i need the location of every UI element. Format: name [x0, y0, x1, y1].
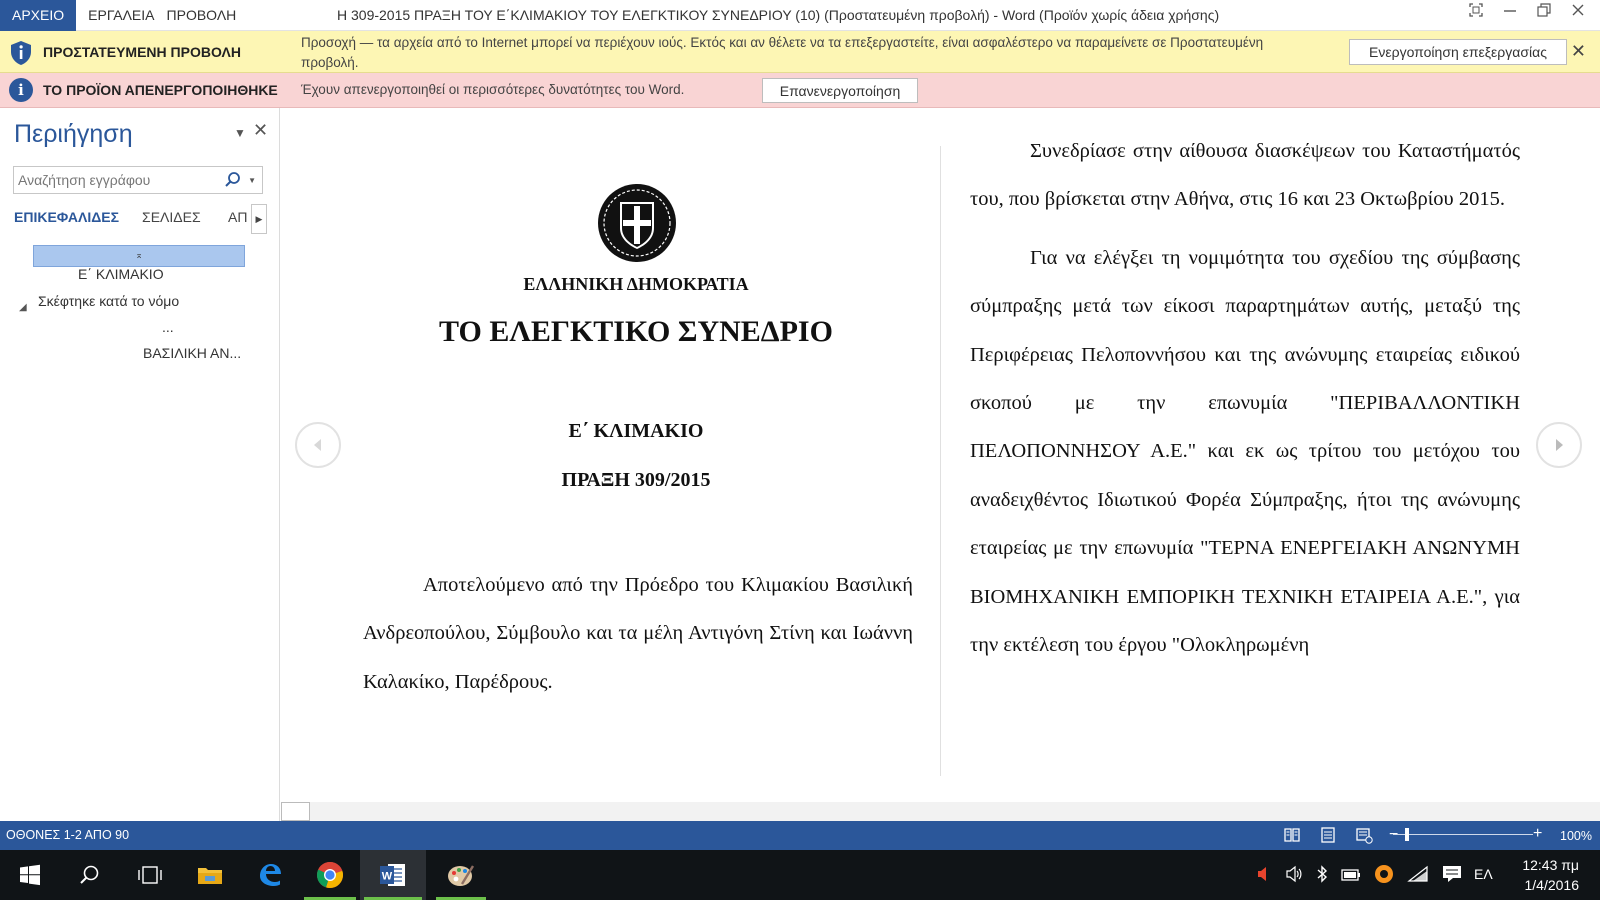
avast-icon[interactable] — [1374, 864, 1394, 884]
protected-view-title: ΠΡΟΣΤΑΤΕΥΜΕΝΗ ΠΡΟΒΟΛΗ — [43, 44, 241, 60]
close-pane-icon[interactable]: ✕ — [253, 120, 268, 141]
left-paragraph: Αποτελούμενο από την Πρόεδρο του Κλιμακί… — [363, 574, 913, 693]
clock-time: 12:43 πμ — [1522, 857, 1579, 873]
tab-pages[interactable]: ΣΕΛΙΔΕΣ — [142, 209, 201, 225]
next-screen-button[interactable] — [1536, 422, 1582, 468]
close-message-icon[interactable]: ✕ — [1571, 41, 1586, 62]
heading-selected[interactable]: ⌅ — [33, 245, 245, 267]
search-box: ▼ — [13, 166, 263, 194]
document-area: ΕΛΛΗΝΙΚΗ ΔΗΜΟΚΡΑΤΙΑ ΤΟ ΕΛΕΓΚΤΙΚΟ ΣΥΝΕΔΡΙ… — [281, 108, 1600, 821]
word-icon[interactable]: W — [360, 850, 426, 900]
navigation-title: Περιήγηση — [14, 120, 133, 148]
deactivated-title: ΤΟ ΠΡΟΪΟΝ ΑΠΕΝΕΡΓΟΠΟΙΗΘΗΚΕ — [43, 82, 278, 98]
task-view-icon[interactable] — [120, 850, 180, 900]
zoom-level[interactable]: 100% — [1560, 829, 1592, 843]
search-options-icon[interactable]: ▼ — [248, 176, 256, 185]
file-explorer-icon[interactable] — [180, 850, 240, 900]
battery-icon[interactable] — [1341, 866, 1361, 882]
heading-item[interactable]: ΒΑΣΙΛΙΚΗ ΑΝ... — [143, 345, 241, 361]
search-icon[interactable] — [224, 171, 242, 189]
zoom-slider-thumb[interactable] — [1405, 828, 1409, 841]
tab-headings[interactable]: ΕΠΙΚΕΦΑΛΙΔΕΣ — [14, 209, 119, 225]
fullscreen-icon[interactable] — [1466, 3, 1486, 20]
heading-item[interactable]: Σκέφτηκε κατά το νόμο — [38, 293, 179, 309]
zoom-in-button[interactable]: + — [1533, 825, 1542, 843]
reactivate-button[interactable]: Επανενεργοποίηση — [762, 78, 918, 103]
right-column: Συνεδρίασε στην αίθουσα διασκέψεων του Κ… — [970, 127, 1520, 669]
product-deactivated-bar: i ΤΟ ΠΡΟΪΟΝ ΑΠΕΝΕΡΓΟΠΟΙΗΘΗΚΕ Έχουν απενε… — [0, 73, 1600, 108]
right-paragraph: Για να ελέγξει τη νομιμότητα του σχεδίου… — [970, 246, 1520, 657]
screen-count[interactable]: ΟΘΟΝΕΣ 1-2 ΑΠΟ 90 — [6, 828, 129, 842]
zoom-out-button[interactable]: − — [1389, 826, 1398, 844]
heading-item[interactable]: ... — [162, 319, 174, 335]
file-menu[interactable]: ΑΡΧΕΙΟ — [0, 0, 77, 31]
window-title: Η 309-2015 ΠΡΑΞΗ ΤΟΥ Ε΄ΚΛΙΜΑΚΙΟΥ ΤΟΥ ΕΛΕ… — [337, 7, 1220, 23]
language-indicator[interactable]: ΕΛ — [1474, 866, 1493, 882]
protected-view-message: Προσοχή — τα αρχεία από το Internet μπορ… — [301, 35, 1264, 70]
web-layout-icon[interactable] — [1355, 826, 1373, 844]
search-icon[interactable] — [60, 850, 120, 900]
tab-results[interactable]: ΑΠ — [228, 209, 250, 225]
close-window-icon[interactable] — [1568, 3, 1588, 20]
protected-view-bar: ΠΡΟΣΤΑΤΕΥΜΕΝΗ ΠΡΟΒΟΛΗ Προσοχή — τα αρχεί… — [0, 31, 1600, 73]
info-icon: i — [9, 78, 33, 102]
zoom-slider[interactable] — [1393, 834, 1533, 835]
scroll-box[interactable] — [281, 802, 310, 821]
edge-icon[interactable] — [240, 850, 300, 900]
paint-icon[interactable] — [432, 850, 490, 900]
print-layout-icon[interactable] — [1319, 826, 1337, 844]
menu-tools[interactable]: ΕΡΓΑΛΕΙΑ — [82, 7, 160, 23]
navigation-pane: Περιήγηση ▼ ✕ ▼ ΕΠΙΚΕΦΑΛΙΔΕΣ ΣΕΛΙΔΕΣ ΑΠ … — [0, 108, 280, 821]
bottom-scroll-area — [281, 802, 1600, 821]
act-heading: ΠΡΑΞΗ 309/2015 — [561, 469, 711, 491]
title-bar: ΑΡΧΕΙΟ ΕΡΓΑΛΕΙΑ ΠΡΟΒΟΛΗ Η 309-2015 ΠΡΑΞΗ… — [0, 0, 1600, 31]
tab-scroll-right-icon[interactable]: ▶ — [251, 204, 267, 234]
heading-item[interactable]: Ε΄ ΚΛΙΜΑΚΙΟ — [78, 266, 164, 282]
right-paragraph: Συνεδρίασε στην αίθουσα διασκέψεων του Κ… — [970, 140, 1520, 211]
wifi-icon[interactable] — [1407, 865, 1429, 883]
chrome-icon[interactable] — [300, 850, 360, 900]
status-bar: ΟΘΟΝΕΣ 1-2 ΑΠΟ 90 − + 100% — [0, 821, 1600, 850]
search-input[interactable] — [14, 167, 219, 193]
deactivated-message: Έχουν απενεργοποιηθεί οι περισσότερες δυ… — [301, 82, 685, 97]
collapse-triangle-icon[interactable]: ◢ — [19, 302, 27, 313]
menu-view[interactable]: ΠΡΟΒΟΛΗ — [161, 7, 243, 23]
speaker-muted-icon[interactable] — [1256, 865, 1272, 883]
enable-editing-button[interactable]: Ενεργοποίηση επεξεργασίας — [1349, 39, 1567, 65]
windows-start-icon[interactable] — [0, 850, 60, 900]
greek-emblem-icon — [598, 184, 676, 262]
republic-heading: ΕΛΛΗΝΙΚΗ ΔΗΜΟΚΡΑΤΙΑ — [523, 274, 749, 294]
svg-text:W: W — [382, 871, 393, 883]
read-mode-icon[interactable] — [1283, 826, 1301, 844]
notifications-icon[interactable] — [1442, 865, 1462, 883]
page-divider — [940, 146, 941, 776]
bluetooth-icon[interactable] — [1316, 865, 1328, 883]
arrow-right-icon — [1556, 439, 1563, 451]
volume-icon[interactable] — [1285, 865, 1303, 883]
previous-screen-button[interactable] — [295, 422, 341, 468]
clock-date: 1/4/2016 — [1524, 877, 1580, 893]
arrow-left-icon — [314, 439, 321, 451]
minimize-icon[interactable] — [1500, 3, 1520, 20]
shield-icon — [11, 41, 31, 65]
pane-options-icon[interactable]: ▼ — [234, 126, 246, 140]
taskbar: W ΕΛ 12:43 πμ 1/4/2016 — [0, 850, 1600, 900]
chamber-heading: Ε΄ ΚΛΙΜΑΚΙΟ — [568, 420, 704, 442]
clock[interactable]: 12:43 πμ 1/4/2016 — [1511, 855, 1579, 895]
restore-icon[interactable] — [1534, 3, 1554, 20]
court-heading: ΤΟ ΕΛΕΓΚΤΙΚΟ ΣΥΝΕΔΡΙΟ — [439, 315, 833, 348]
